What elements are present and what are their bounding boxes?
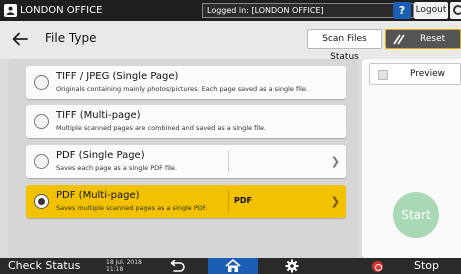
user-label: LONDON OFFICE: [20, 5, 103, 16]
preview-toggle[interactable]: Preview: [369, 63, 461, 85]
radio-button: [34, 154, 49, 169]
energy-saver-button[interactable]: [450, 2, 461, 19]
radio-button: [34, 75, 49, 90]
chevron-right-icon[interactable]: ❯: [331, 155, 340, 168]
date-text: 18 Jul. 2018: [106, 259, 142, 266]
option-subvalue: PDF: [234, 196, 252, 205]
option-title: PDF (Single Page): [56, 150, 145, 161]
login-status[interactable]: Logged in: [LONDON OFFICE]: [202, 3, 414, 18]
option-description: Multiple scanned pages are combined and …: [56, 124, 267, 132]
help-button[interactable]: ?: [393, 2, 411, 19]
option-tiff-jpeg-single[interactable]: TIFF / JPEG (Single Page) Originals cont…: [26, 66, 346, 99]
preview-label: Preview: [410, 69, 446, 79]
option-description: Saves each page as a single PDF file.: [56, 164, 177, 172]
side-panel: Preview Start: [362, 59, 461, 258]
logout-button[interactable]: Logout: [414, 2, 448, 19]
undo-icon[interactable]: [168, 260, 186, 272]
option-title: TIFF / JPEG (Single Page): [56, 71, 179, 82]
preview-checkbox: [378, 70, 388, 80]
date-time-display: 18 Jul. 2018 11:18: [106, 259, 142, 273]
start-button[interactable]: Start: [393, 192, 439, 238]
stop-button[interactable]: Stop: [414, 259, 439, 272]
top-bar: LONDON OFFICE Logged in: [LONDON OFFICE]…: [0, 0, 461, 21]
option-title: PDF (Multi-page): [56, 190, 140, 201]
reset-button[interactable]: Reset: [385, 29, 461, 49]
home-button[interactable]: [208, 258, 258, 274]
reset-eraser-icon: [393, 34, 405, 45]
divider: [228, 150, 229, 173]
divider: [228, 190, 229, 213]
stop-icon[interactable]: [372, 261, 383, 272]
option-tiff-multi[interactable]: TIFF (Multi-page) Multiple scanned pages…: [26, 105, 346, 138]
back-arrow-icon: [12, 32, 28, 46]
check-status-button[interactable]: Check Status: [8, 259, 80, 272]
file-type-options-panel: TIFF / JPEG (Single Page) Originals cont…: [8, 59, 357, 258]
user-icon: [4, 4, 17, 17]
login-status-text: Logged in: [LONDON OFFICE]: [207, 6, 324, 15]
option-description: Originals containing mainly photos/pictu…: [56, 85, 308, 93]
chevron-right-icon[interactable]: ❯: [331, 195, 340, 208]
header-bar: File Type Scan Files Status Reset: [0, 21, 461, 62]
page-title: File Type: [45, 31, 97, 45]
reset-label: Reset: [420, 34, 446, 44]
option-pdf-single[interactable]: PDF (Single Page) Saves each page as a s…: [26, 145, 346, 178]
home-icon: [225, 259, 241, 272]
option-description: Saves multiple scanned pages as a single…: [56, 204, 208, 212]
radio-button: [34, 114, 49, 129]
power-icon: [453, 5, 461, 15]
scan-files-status-button[interactable]: Scan Files Status: [307, 29, 382, 62]
gear-icon[interactable]: [285, 259, 299, 273]
radio-button-selected: [34, 194, 49, 209]
back-button[interactable]: [10, 29, 30, 49]
time-text: 11:18: [106, 266, 124, 273]
user-indicator: LONDON OFFICE: [0, 0, 102, 21]
bottom-bar: Check Status 18 Jul. 2018 11:18 Stop: [0, 258, 461, 274]
option-title: TIFF (Multi-page): [56, 110, 141, 121]
option-pdf-multi[interactable]: PDF (Multi-page) Saves multiple scanned …: [26, 185, 346, 218]
